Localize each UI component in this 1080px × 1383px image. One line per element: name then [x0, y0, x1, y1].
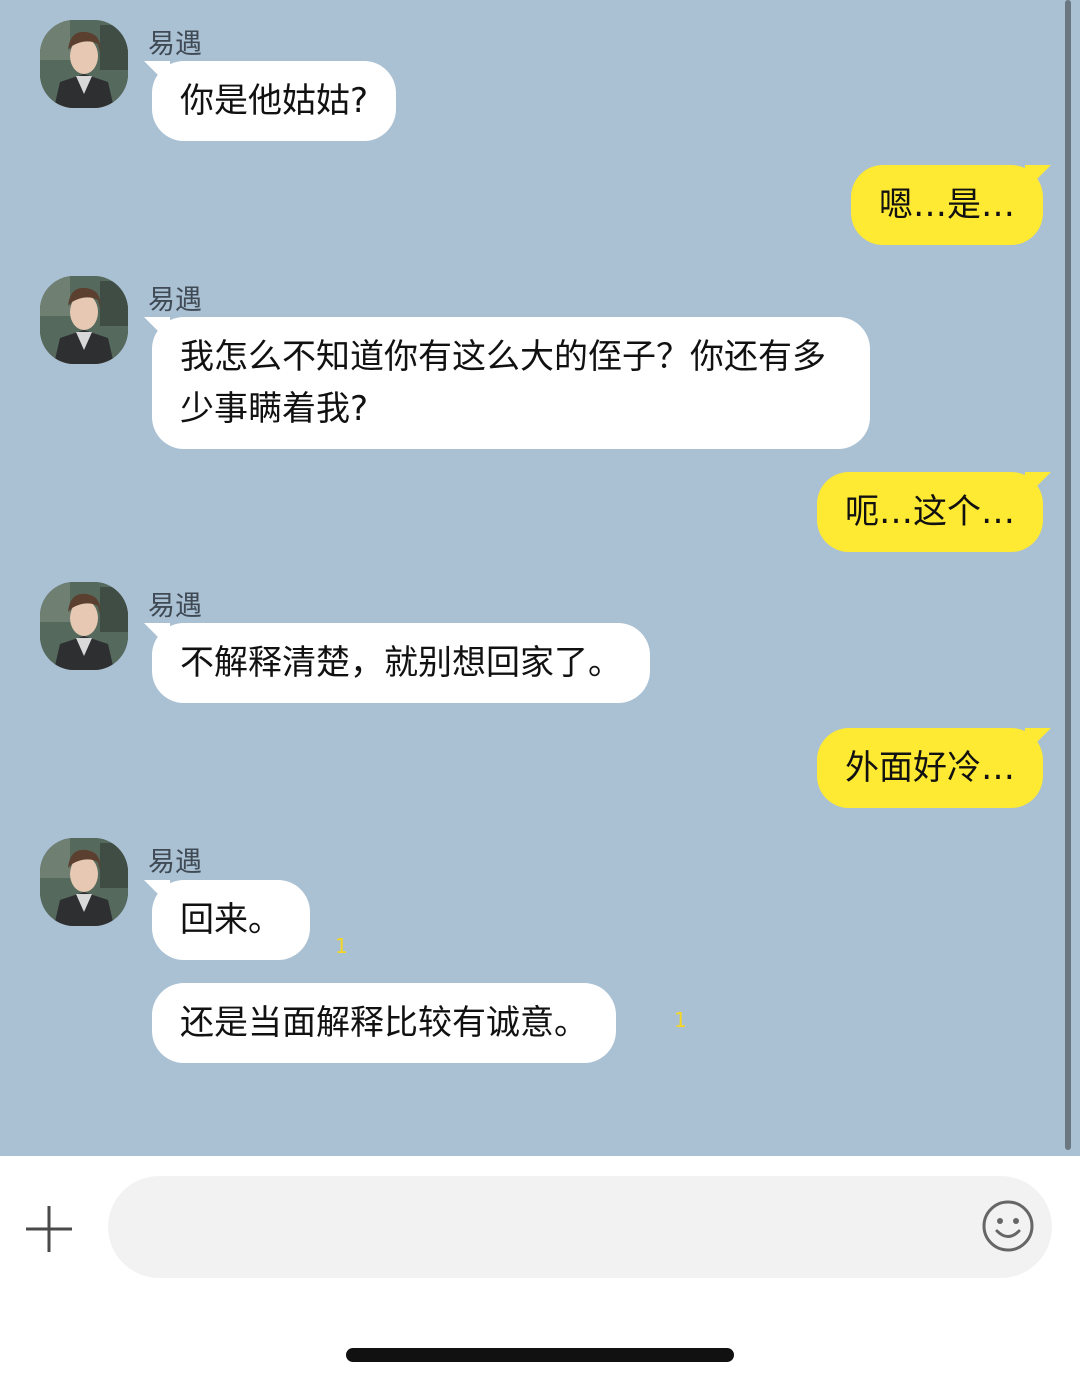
contact-avatar[interactable] [40, 838, 128, 926]
message-input[interactable] [108, 1176, 1052, 1278]
outgoing-message[interactable]: 嗯…是… [851, 165, 1043, 245]
sender-name: 易遇 [148, 591, 202, 622]
contact-avatar[interactable] [40, 276, 128, 364]
incoming-message[interactable]: 不解释清楚，就别想回家了。 [152, 623, 650, 703]
contact-avatar[interactable] [40, 20, 128, 108]
sender-name: 易遇 [148, 847, 202, 878]
smiley-icon[interactable] [980, 1198, 1036, 1254]
plus-icon[interactable] [22, 1202, 76, 1256]
incoming-message[interactable]: 我怎么不知道你有这么大的侄子？你还有多少事瞒着我? [152, 317, 870, 449]
scrollbar[interactable] [1065, 0, 1071, 1150]
unread-count: 1 [335, 934, 348, 958]
outgoing-message[interactable]: 外面好冷… [817, 728, 1043, 808]
contact-avatar[interactable] [40, 582, 128, 670]
outgoing-message[interactable]: 呃…这个… [817, 472, 1043, 552]
unread-count: 1 [674, 1008, 687, 1032]
home-indicator[interactable] [346, 1348, 734, 1362]
incoming-message[interactable]: 你是他姑姑? [152, 61, 397, 141]
sender-name: 易遇 [148, 29, 202, 60]
incoming-message[interactable]: 回来。 [152, 880, 310, 960]
incoming-message[interactable]: 还是当面解释比较有诚意。 [152, 983, 616, 1063]
message-input-bar [0, 1156, 1080, 1383]
sender-name: 易遇 [148, 285, 202, 316]
chat-area: 易遇 你是他姑姑? 嗯…是… 易遇 我怎么不知道你有这么大的侄子？你还有多少事瞒… [0, 0, 1080, 1156]
